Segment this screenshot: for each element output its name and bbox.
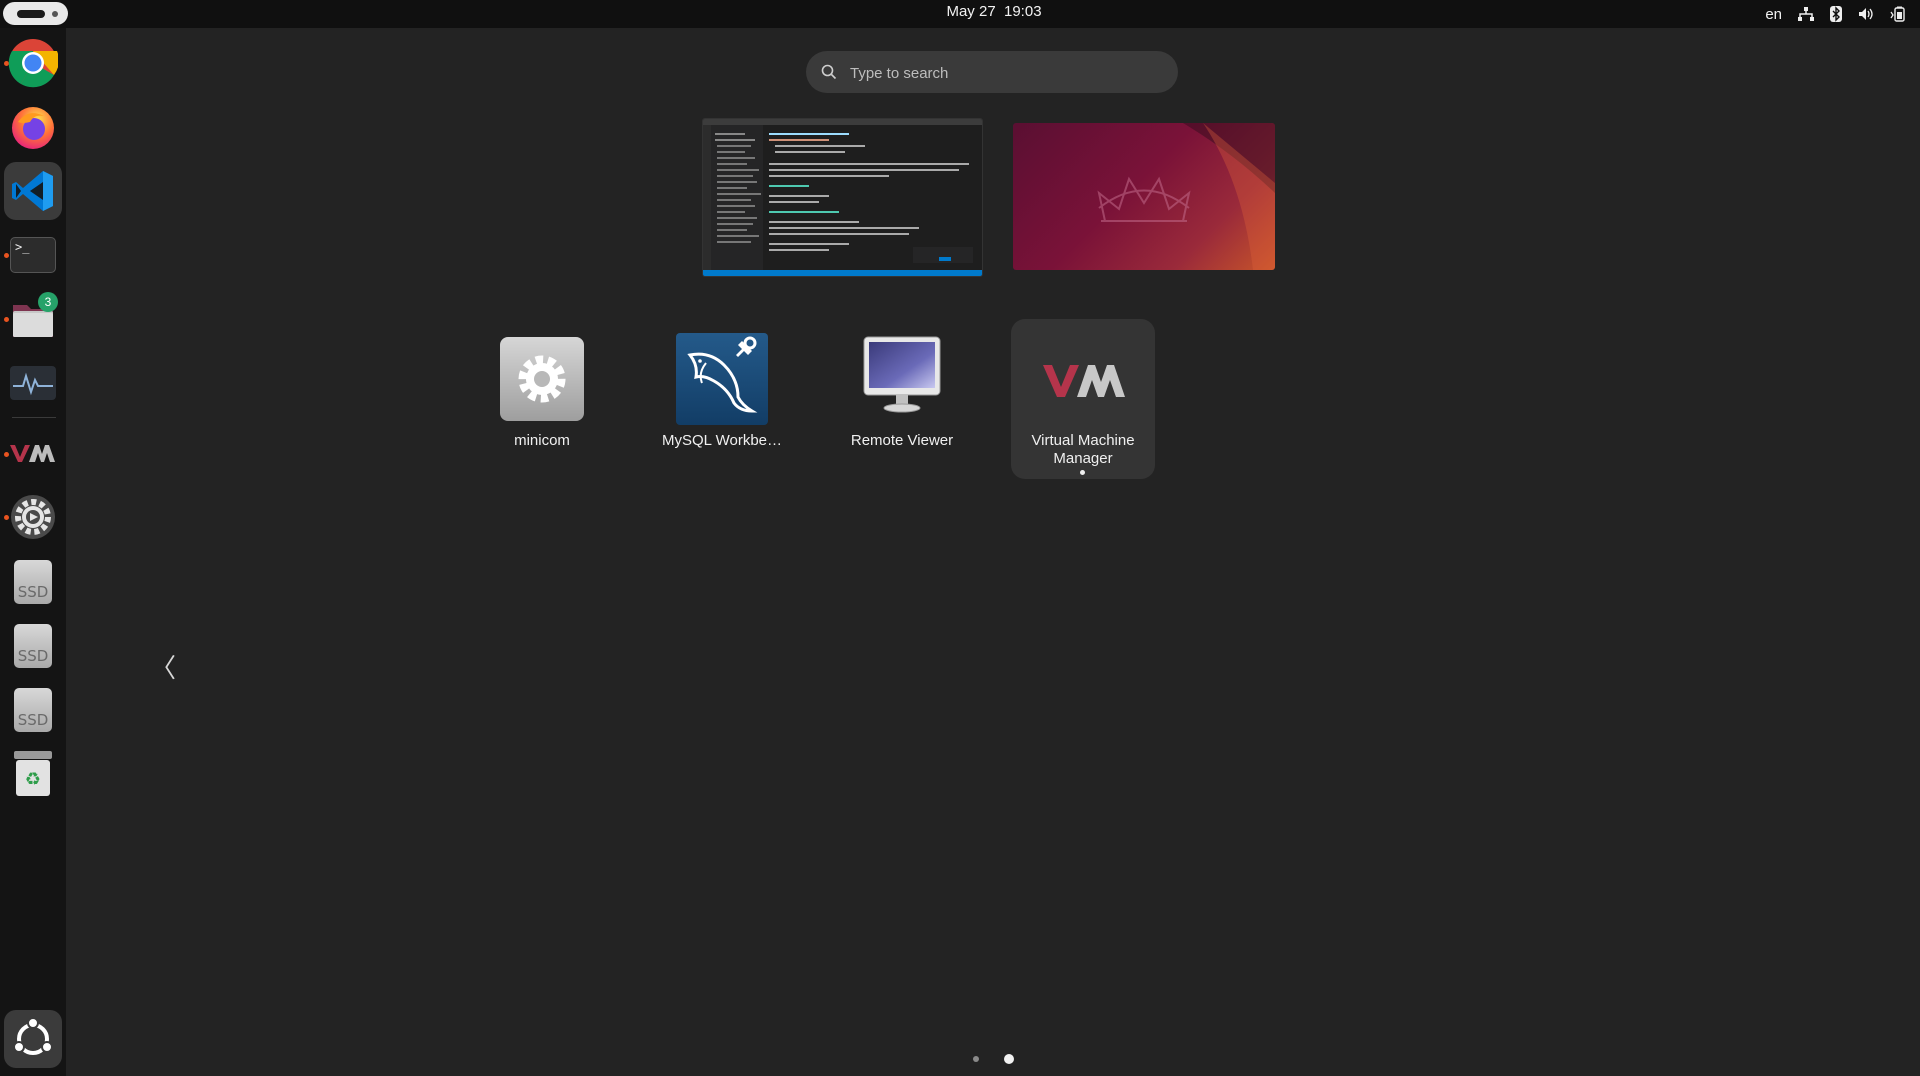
firefox-icon: [12, 107, 54, 149]
virt-manager-icon: [1041, 359, 1125, 399]
ssd-drive-launcher[interactable]: SSD: [4, 617, 62, 675]
firefox-launcher[interactable]: [4, 98, 62, 156]
app-label: Remote Viewer: [850, 432, 954, 449]
app-virtual-machine-manager[interactable]: Virtual Machine Manager: [1011, 319, 1155, 479]
system-monitor-icon: [10, 366, 56, 400]
chrome-icon: [8, 39, 58, 88]
page-indicator-2[interactable]: [1004, 1054, 1014, 1064]
virt-manager-icon: [10, 445, 55, 462]
app-remote-viewer[interactable]: Remote Viewer: [830, 319, 974, 479]
show-apps-button[interactable]: [4, 1010, 62, 1068]
virt-manager-launcher[interactable]: [4, 424, 62, 482]
volume-icon[interactable]: [1858, 7, 1874, 21]
terminal-launcher[interactable]: >_: [4, 226, 62, 284]
ssd-drive-icon: SSD: [14, 688, 52, 732]
notification-badge: 3: [38, 292, 58, 312]
ssd-drive-launcher[interactable]: SSD: [4, 553, 62, 611]
ssd-label: SSD: [17, 647, 49, 665]
ssd-label: SSD: [17, 711, 49, 729]
running-indicator: [1080, 470, 1085, 475]
files-launcher[interactable]: 3: [4, 290, 62, 348]
search-input[interactable]: [848, 51, 1162, 95]
bluetooth-icon[interactable]: [1830, 6, 1842, 22]
clock[interactable]: May 27 19:03: [0, 3, 1920, 20]
battery-icon[interactable]: [1890, 6, 1906, 22]
previous-page-button[interactable]: 〈: [150, 648, 176, 685]
dock: >_ 3 SSD SSD SSD ♻: [0, 28, 66, 1076]
app-label: MySQL Workbe…: [661, 432, 783, 449]
vscode-launcher[interactable]: [4, 162, 62, 220]
trash-icon: ♻: [14, 751, 52, 796]
monitor-icon: [860, 333, 944, 417]
ssd-label: SSD: [17, 583, 49, 601]
page-indicator-1[interactable]: [973, 1056, 979, 1062]
dock-separator: [12, 417, 56, 418]
app-label: Virtual Machine Manager: [1031, 432, 1135, 467]
workspace-thumbnail-1[interactable]: [702, 118, 983, 277]
top-bar: May 27 19:03 en: [0, 0, 1920, 28]
settings-icon: [11, 495, 55, 539]
system-tray[interactable]: en: [1765, 2, 1906, 26]
ssd-drive-launcher[interactable]: SSD: [4, 681, 62, 739]
ssd-drive-icon: SSD: [14, 624, 52, 668]
chrome-launcher[interactable]: [4, 34, 62, 92]
chevron-left-icon: 〈: [150, 654, 177, 684]
vscode-icon: [12, 171, 53, 211]
wallpaper-preview: [1097, 123, 1275, 270]
svg-text:♻: ♻: [25, 769, 41, 790]
vscode-window-preview: [703, 119, 982, 276]
search-bar[interactable]: [806, 51, 1178, 95]
ssd-drive-icon: SSD: [14, 560, 52, 604]
show-apps-icon: [13, 1018, 53, 1055]
network-icon[interactable]: [1798, 7, 1814, 21]
trash-launcher[interactable]: ♻: [4, 745, 62, 803]
terminal-prompt: >_: [15, 240, 30, 254]
system-monitor-launcher[interactable]: [4, 354, 62, 412]
terminal-icon: >_: [10, 237, 56, 273]
language-indicator[interactable]: en: [1765, 6, 1782, 23]
workspace-thumbnail-2[interactable]: [1013, 123, 1275, 270]
gear-icon: [500, 337, 584, 421]
settings-launcher[interactable]: [4, 488, 62, 546]
app-minicom[interactable]: minicom: [470, 319, 614, 479]
search-icon: [821, 64, 837, 80]
app-mysql-workbench[interactable]: MySQL Workbe…: [650, 319, 794, 479]
mysql-dolphin-icon: [676, 333, 768, 425]
app-label: minicom: [514, 432, 570, 449]
